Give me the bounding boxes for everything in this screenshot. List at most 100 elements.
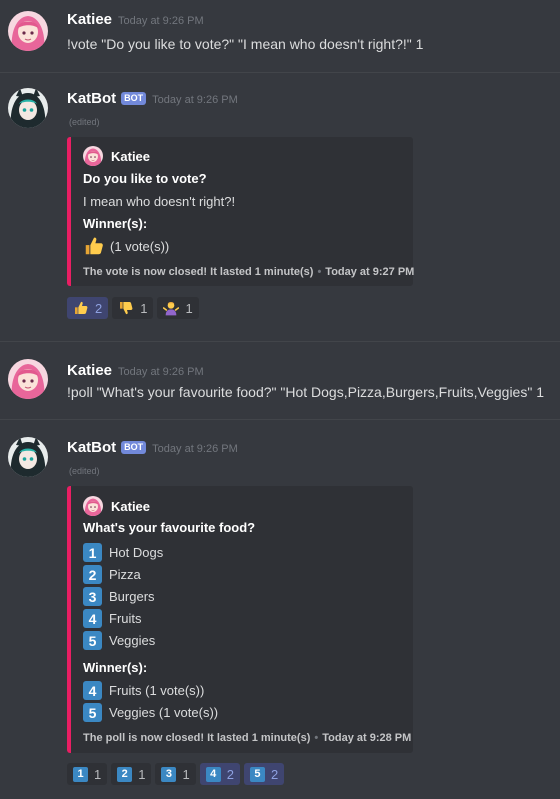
- keycap-5-icon: 5: [83, 703, 102, 722]
- person-shrugging-icon: [163, 300, 179, 316]
- winner-text: (1 vote(s)): [110, 238, 170, 254]
- option-label: Burgers: [109, 589, 155, 604]
- poll-option: 3 Burgers: [83, 587, 155, 606]
- winner-field-name: Winner(s):: [83, 660, 148, 675]
- timestamp: Today at 9:26 PM: [152, 94, 238, 106]
- winner-line: 4 Fruits (1 vote(s)): [83, 681, 204, 700]
- reaction-count: 2: [95, 300, 103, 316]
- message-text: !poll "What's your favourite food?" "Hot…: [67, 384, 544, 400]
- timestamp: Today at 9:26 PM: [118, 366, 204, 378]
- reactions: 2 1 1: [67, 297, 203, 319]
- username[interactable]: Katiee: [67, 11, 112, 28]
- bot-avatar-image: [8, 437, 48, 477]
- winner-label: Veggies (1 vote(s)): [109, 705, 219, 720]
- bot-avatar-image: [8, 88, 48, 128]
- message: KatBot BOT Today at 9:26 PM (edited) Katie…: [0, 422, 560, 799]
- username[interactable]: KatBot: [67, 90, 116, 107]
- option-label: Veggies: [109, 633, 156, 648]
- reaction-keycap-4[interactable]: 4 2: [199, 763, 240, 785]
- footer-text: The vote is now closed! It lasted 1 minu…: [83, 266, 314, 278]
- reaction-count: 1: [185, 300, 193, 316]
- username[interactable]: Katiee: [67, 362, 112, 379]
- keycap-5-icon: 5: [83, 631, 102, 650]
- edited-label: (edited): [69, 466, 100, 476]
- bot-tag: BOT: [121, 441, 147, 454]
- avatar[interactable]: [8, 437, 48, 477]
- reaction-keycap-2[interactable]: 2 1: [111, 763, 152, 785]
- reaction-count: 1: [140, 300, 148, 316]
- winner-line: (1 vote(s)): [83, 235, 169, 257]
- reaction-count: 2: [270, 766, 279, 782]
- message-divider: [0, 72, 560, 73]
- message-header: Katiee Today at 9:26 PM: [67, 11, 204, 28]
- reaction-count: 1: [94, 766, 102, 782]
- message-text: !vote "Do you like to vote?" "I mean who…: [67, 36, 424, 52]
- reaction-keycap-5[interactable]: 5 2: [243, 763, 285, 785]
- embed-author-name: Katiee: [111, 148, 151, 164]
- embed-author-name: Katiee: [111, 498, 151, 514]
- keycap-4-icon: 4: [83, 609, 102, 628]
- message-divider: [0, 419, 560, 420]
- thumbs-up-icon: [83, 235, 105, 257]
- embed-description: I mean who doesn't right?!: [83, 194, 236, 209]
- reaction-keycap-1[interactable]: 1 1: [67, 763, 108, 785]
- keycap-4-icon: 4: [83, 681, 102, 700]
- timestamp: Today at 9:26 PM: [152, 443, 238, 455]
- message: Katiee Today at 9:26 PM !vote "Do you lik…: [0, 0, 560, 75]
- winner-field-name: Winner(s):: [83, 216, 148, 231]
- avatar[interactable]: [8, 88, 48, 128]
- reaction-keycap-3[interactable]: 3 1: [155, 763, 196, 785]
- reaction-count: 1: [182, 766, 190, 782]
- vote-embed: Katiee Do you like to vote? I mean who d…: [67, 137, 414, 286]
- keycap-1-icon: 1: [83, 543, 102, 562]
- keycap-2-icon: 2: [117, 766, 133, 782]
- embed-author-avatar: [83, 496, 103, 516]
- edited-label: (edited): [69, 117, 100, 127]
- avatar[interactable]: [8, 11, 48, 51]
- option-label: Hot Dogs: [109, 545, 164, 560]
- user-avatar-image: [8, 359, 48, 399]
- embed-footer: The poll is now closed! It lasted 1 minu…: [83, 732, 411, 744]
- thumbs-down-icon: [118, 300, 134, 316]
- embed-footer: The vote is now closed! It lasted 1 minu…: [83, 266, 414, 278]
- keycap-3-icon: 3: [161, 766, 177, 782]
- poll-option: 4 Fruits: [83, 609, 142, 628]
- footer-separator: •: [317, 266, 322, 278]
- reactions: 1 1 2 1 3 1 4 2 5 2: [67, 763, 288, 785]
- embed-author-avatar: [83, 146, 103, 166]
- footer-time: Today at 9:28 PM: [322, 732, 412, 744]
- keycap-1-icon: 1: [73, 766, 88, 782]
- embed-author: Katiee: [83, 146, 150, 166]
- message-header: KatBot BOT Today at 9:26 PM: [67, 90, 238, 107]
- embed-title: What's your favourite food?: [83, 520, 256, 535]
- option-label: Pizza: [109, 567, 141, 582]
- embed-author: Katiee: [83, 496, 150, 516]
- timestamp: Today at 9:26 PM: [118, 15, 204, 27]
- footer-separator: •: [314, 732, 319, 744]
- keycap-2-icon: 2: [83, 565, 102, 584]
- footer-text: The poll is now closed! It lasted 1 minu…: [83, 732, 311, 744]
- reaction-shrug[interactable]: 1: [157, 297, 199, 319]
- reaction-count: 2: [226, 766, 234, 782]
- poll-option: 1 Hot Dogs: [83, 543, 163, 562]
- bot-tag: BOT: [121, 92, 147, 105]
- user-avatar-image: [8, 11, 48, 51]
- reaction-count: 1: [138, 766, 146, 782]
- thumbs-up-icon: [73, 300, 89, 316]
- winner-label: Fruits (1 vote(s)): [109, 683, 205, 698]
- keycap-5-icon: 5: [249, 766, 265, 782]
- winner-line: 5 Veggies (1 vote(s)): [83, 703, 218, 722]
- message-header: Katiee Today at 9:26 PM: [67, 362, 204, 379]
- option-label: Fruits: [109, 611, 142, 626]
- poll-option: 2 Pizza: [83, 565, 141, 584]
- username[interactable]: KatBot: [67, 439, 116, 456]
- reaction-thumbs-up[interactable]: 2: [67, 297, 109, 319]
- reaction-thumbs-down[interactable]: 1: [112, 297, 154, 319]
- keycap-3-icon: 3: [83, 587, 102, 606]
- chat-messages: Katiee Today at 9:26 PM !vote "Do you lik…: [0, 0, 560, 799]
- poll-embed: Katiee What's your favourite food? 1 Hot…: [67, 486, 413, 753]
- avatar[interactable]: [8, 359, 48, 399]
- message: Katiee Today at 9:26 PM !poll "What's you…: [0, 342, 560, 417]
- keycap-4-icon: 4: [205, 766, 221, 782]
- poll-option: 5 Veggies: [83, 631, 155, 650]
